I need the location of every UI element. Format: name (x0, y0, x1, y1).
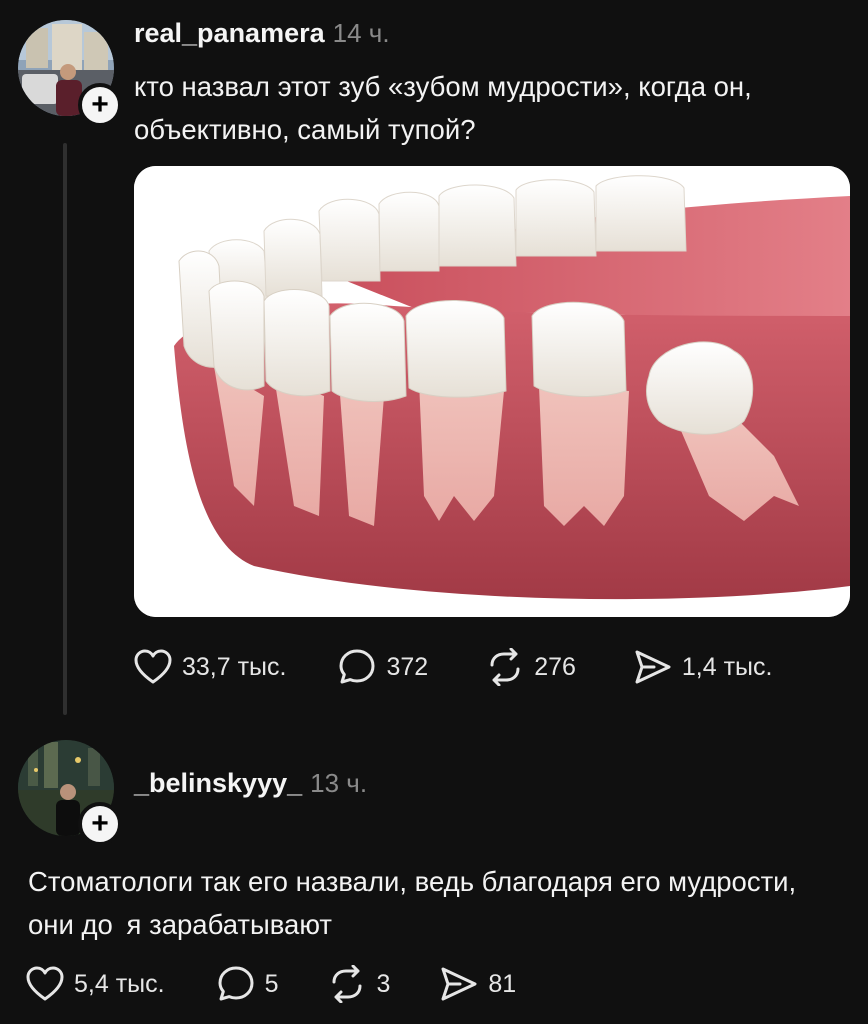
reply-text: Стоматологи так его назвали, ведь благод… (28, 866, 797, 940)
post-actions: 33,7 тыс. 372 276 1,4 тыс. (134, 648, 772, 686)
comment-button[interactable]: 5 (217, 965, 279, 1003)
post-header: real_panamera 14 ч. (134, 14, 390, 57)
speech-bubble-icon (339, 649, 375, 684)
reply-actions: 5,4 тыс. 5 3 81 (26, 965, 516, 1003)
follow-plus-icon[interactable]: + (78, 802, 122, 846)
repost-count: 3 (376, 969, 391, 998)
repost-count: 276 (534, 652, 576, 681)
share-button[interactable]: 1,4 тыс. (634, 649, 773, 685)
like-button[interactable]: 33,7 тыс. (134, 649, 286, 685)
thread-line (63, 143, 67, 715)
share-button[interactable]: 81 (440, 966, 516, 1002)
reply-time: 13 ч. (310, 768, 368, 798)
heart-icon (26, 966, 64, 1001)
like-button[interactable]: 5,4 тыс. (26, 966, 165, 1002)
reply-username[interactable]: _belinskyyy_ (134, 768, 302, 798)
share-count: 1,4 тыс. (681, 652, 773, 681)
post-image[interactable] (134, 166, 850, 617)
post-username[interactable]: real_panamera (134, 18, 325, 48)
repost-arrows-icon (490, 648, 520, 686)
comment-button[interactable]: 372 (338, 648, 428, 686)
like-count: 33,7 тыс. (182, 652, 287, 681)
post-time: 14 ч. (332, 18, 390, 48)
follow-plus-icon[interactable]: + (78, 83, 122, 127)
paper-plane-icon (441, 967, 477, 1001)
repost-button[interactable]: 276 (486, 648, 576, 686)
speech-bubble-icon (218, 966, 254, 1001)
repost-arrows-icon (332, 965, 362, 1003)
like-count: 5,4 тыс. (74, 969, 165, 998)
comment-count: 5 (264, 969, 279, 998)
paper-plane-icon (635, 650, 671, 684)
post-text: кто назвал этот зуб «зубом мудрости», ко… (134, 71, 752, 145)
heart-icon (134, 649, 172, 684)
comment-count: 372 (386, 652, 429, 681)
share-count: 81 (488, 969, 517, 998)
repost-button[interactable]: 3 (328, 965, 390, 1003)
reply-header: _belinskyyy_ 13 ч. (134, 764, 367, 807)
